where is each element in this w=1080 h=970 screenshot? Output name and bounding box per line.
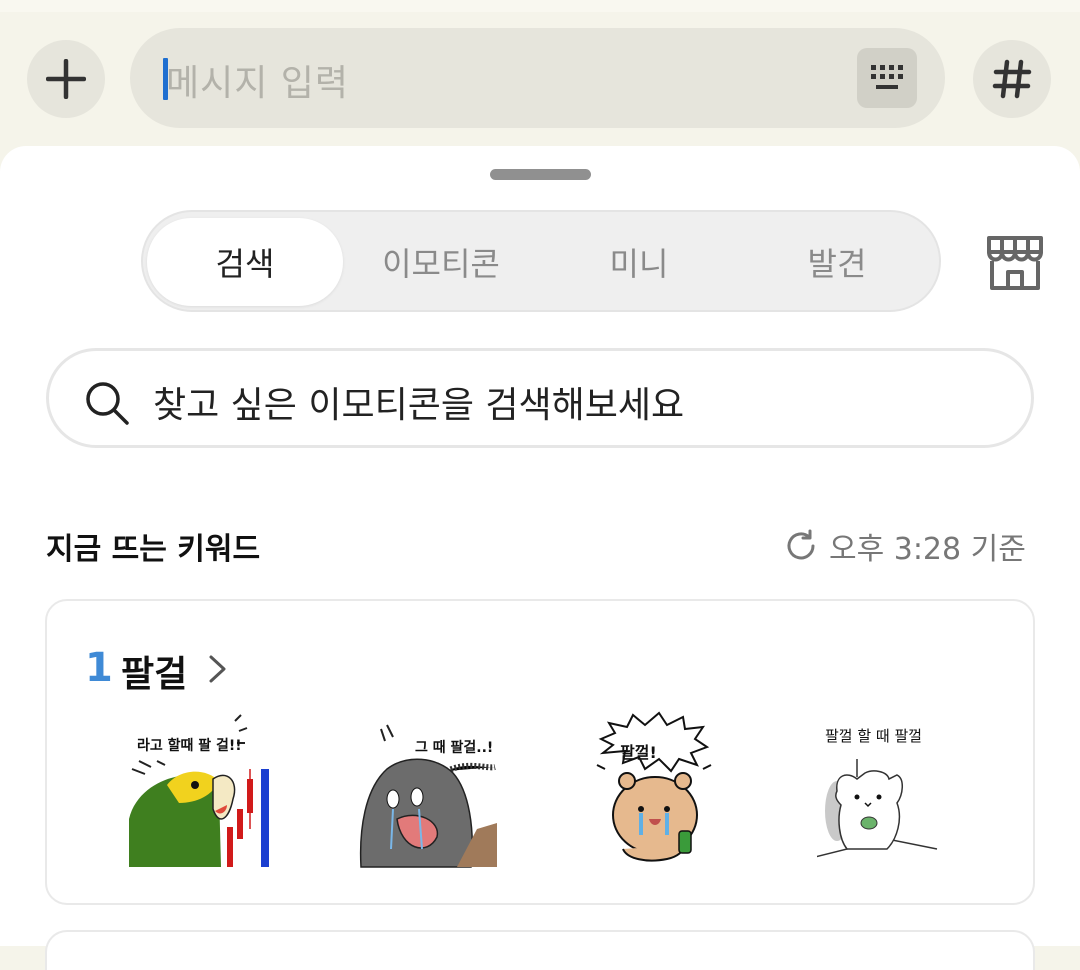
keyboard-icon	[871, 65, 903, 89]
tab-label: 이모티콘	[382, 245, 500, 283]
drag-handle[interactable]	[490, 169, 591, 180]
crying-bear-illustration	[596, 711, 712, 862]
message-input[interactable]: 메시지 입력	[130, 28, 945, 128]
message-placeholder: 메시지 입력	[166, 63, 350, 104]
emoticon-search-input[interactable]: 찾고 싶은 이모티콘을 검색해보세요	[46, 348, 1034, 448]
emoticon-shop-button[interactable]	[985, 234, 1045, 292]
emoticon-caption: 팔껄!	[620, 743, 657, 762]
keyboard-toggle-button[interactable]	[857, 48, 917, 108]
chevron-right-icon	[209, 655, 226, 683]
store-icon	[987, 236, 1043, 290]
trending-refresh[interactable]: 오후 3:28 기준	[783, 524, 1026, 568]
status-strip	[0, 0, 1080, 12]
parrot-illustration	[129, 714, 269, 867]
tab-label: 미니	[609, 245, 669, 283]
emoticon-caption: 라고 할때 팔 걸!!	[137, 738, 242, 754]
plus-icon	[46, 59, 86, 99]
tab-label: 검색	[215, 245, 275, 283]
emoticon-elephant[interactable]: 그 때 팔걸..!	[357, 699, 507, 869]
search-icon	[86, 382, 129, 425]
emoticon-crying-bear[interactable]: 팔껄!	[587, 699, 737, 869]
hashtag-icon	[992, 59, 1032, 99]
refresh-icon	[787, 529, 815, 560]
emoticon-panel: 검색 이모티콘 미니 발견 찾고 싶은 이모티콘을 검색해보세요 지금 뜨는 키…	[0, 146, 1080, 970]
tab-discover[interactable]: 발견	[739, 218, 935, 306]
keyword-rank: 1	[85, 645, 113, 691]
panel-tabs: 검색 이모티콘 미니 발견	[141, 210, 941, 312]
elephant-illustration	[359, 724, 497, 868]
keyword-card-next[interactable]	[45, 930, 1035, 970]
keyword-label: 팔걸	[121, 654, 188, 695]
keyword-card[interactable]: 1 팔걸 라고 할때 팔 걸!! 그 때 팔걸..! 팔껄! 팔껄 할 때 팔껄	[45, 599, 1035, 905]
search-placeholder: 찾고 싶은 이모티콘을 검색해보세요	[153, 385, 685, 426]
emoticon-caption: 그 때 팔걸..!	[415, 740, 494, 756]
tab-label: 발견	[807, 245, 867, 283]
hashtag-button[interactable]	[973, 40, 1051, 118]
emoticon-parrot[interactable]: 라고 할때 팔 걸!!	[127, 699, 277, 869]
emoticon-white-cat[interactable]: 팔껄 할 때 팔껄	[814, 699, 967, 869]
attach-button[interactable]	[27, 40, 105, 118]
tab-emoticon[interactable]: 이모티콘	[343, 218, 539, 306]
trending-time: 오후 3:28 기준	[829, 532, 1026, 567]
tab-search[interactable]: 검색	[147, 218, 343, 306]
emoticon-caption: 팔껄 할 때 팔껄	[825, 727, 923, 745]
trending-title: 지금 뜨는 키워드	[46, 532, 261, 567]
tab-mini[interactable]: 미니	[541, 218, 737, 306]
